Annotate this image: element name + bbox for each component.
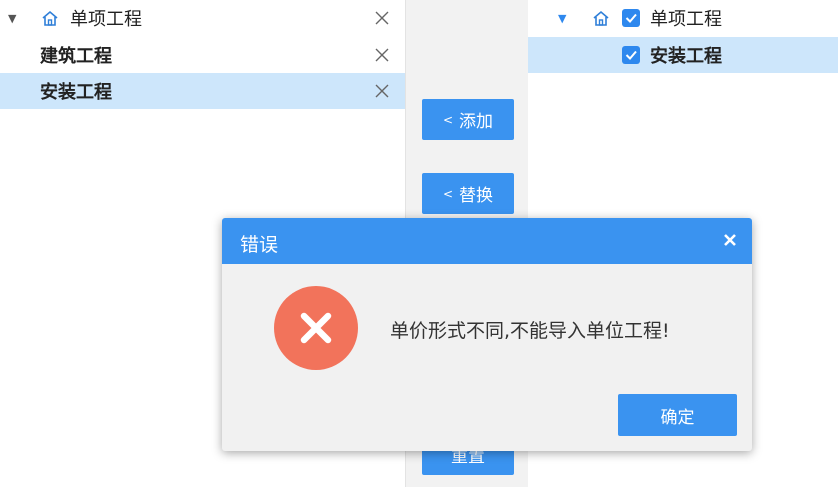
dialog-header: 错误	[222, 218, 752, 264]
add-button-label: 添加	[459, 112, 494, 132]
right-tree-root-row[interactable]: ▼ 单项工程	[528, 0, 838, 36]
arrow-left-icon: <	[442, 186, 454, 201]
checkbox-checked[interactable]	[622, 46, 640, 64]
error-icon	[274, 286, 358, 370]
expand-caret-icon[interactable]: ▼	[558, 12, 566, 25]
close-icon[interactable]	[722, 232, 738, 248]
right-tree-root-label: 单项工程	[650, 9, 722, 30]
remove-icon[interactable]	[374, 47, 390, 63]
error-message: 单价形式不同,不能导入单位工程!	[390, 320, 670, 342]
right-tree-item[interactable]: 安装工程	[528, 37, 838, 73]
left-tree-root-label: 单项工程	[70, 9, 142, 30]
dialog-title: 错误	[240, 234, 279, 256]
right-tree-item-label: 安装工程	[650, 46, 722, 67]
ok-button[interactable]: 确定	[618, 394, 737, 436]
left-tree-item-label: 安装工程	[40, 82, 112, 103]
arrow-left-icon: <	[442, 112, 454, 127]
add-button[interactable]: < 添加	[422, 99, 514, 140]
left-tree-item[interactable]: 安装工程	[0, 73, 405, 109]
error-dialog: 错误 单价形式不同,不能导入单位工程! 确定	[222, 218, 752, 451]
left-tree-item-label: 建筑工程	[40, 46, 112, 67]
replace-button[interactable]: < 替换	[422, 173, 514, 214]
remove-icon[interactable]	[374, 10, 390, 26]
expand-caret-icon[interactable]: ▼	[8, 12, 16, 25]
left-tree-root-row[interactable]: ▼ 单项工程	[0, 0, 405, 36]
replace-button-label: 替换	[459, 186, 494, 206]
checkbox-checked[interactable]	[622, 9, 640, 27]
home-icon	[40, 9, 60, 29]
left-tree-item[interactable]: 建筑工程	[0, 37, 405, 73]
home-icon	[591, 9, 611, 29]
remove-icon[interactable]	[374, 83, 390, 99]
